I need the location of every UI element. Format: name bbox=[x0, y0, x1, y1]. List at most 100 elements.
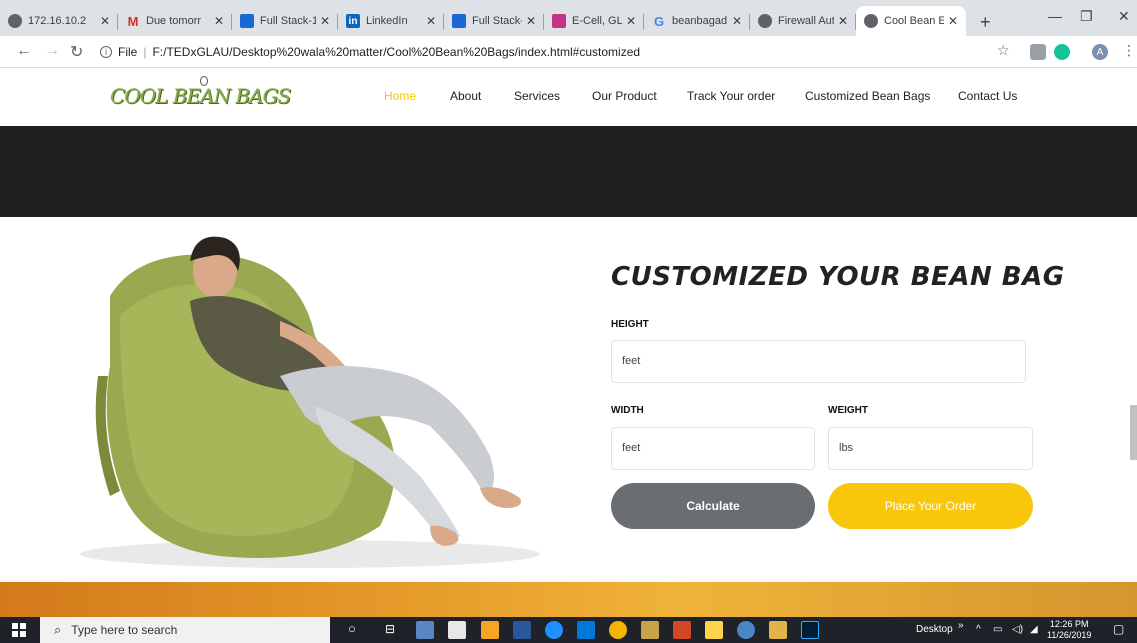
edge-icon[interactable] bbox=[545, 621, 563, 639]
page-banner bbox=[0, 126, 1137, 217]
width-label: WIDTH bbox=[611, 405, 644, 416]
profile-avatar[interactable]: A bbox=[1092, 44, 1108, 60]
network-icon[interactable]: ◢ bbox=[1030, 624, 1038, 635]
globe-icon bbox=[8, 14, 22, 28]
cortana-icon[interactable]: ○ bbox=[348, 621, 356, 636]
app-icon[interactable] bbox=[481, 621, 499, 639]
close-tab-icon[interactable]: ✕ bbox=[100, 14, 110, 28]
gmail-icon: M bbox=[127, 13, 139, 29]
logo-registered-mark bbox=[200, 76, 208, 86]
tab-label: beanbagad bbox=[672, 15, 728, 27]
folder-icon[interactable] bbox=[769, 621, 787, 639]
bookmark-star-icon[interactable]: ☆ bbox=[997, 42, 1010, 59]
forward-icon[interactable]: → bbox=[44, 42, 60, 60]
close-tab-icon[interactable]: ✕ bbox=[526, 14, 536, 28]
grammarly-icon[interactable] bbox=[1054, 44, 1070, 60]
tray-up-icon[interactable]: ^ bbox=[976, 624, 981, 635]
browser-tab[interactable]: G beanbagad ✕ bbox=[644, 6, 750, 36]
classroom-icon bbox=[240, 14, 254, 28]
photoshop-icon[interactable] bbox=[801, 621, 819, 639]
close-tab-icon[interactable]: ✕ bbox=[626, 14, 636, 28]
menu-icon[interactable]: ⋮ bbox=[1122, 42, 1136, 59]
chrome-icon[interactable] bbox=[609, 621, 627, 639]
height-input[interactable]: feet bbox=[611, 340, 1026, 383]
weight-label: WEIGHT bbox=[828, 405, 868, 416]
page-scrollbar-thumb[interactable] bbox=[1130, 405, 1137, 460]
close-window-icon[interactable]: ✕ bbox=[1118, 8, 1130, 25]
tab-label: Full Stack-1 bbox=[260, 15, 316, 27]
close-tab-icon[interactable]: ✕ bbox=[838, 14, 848, 28]
reload-icon[interactable]: ↻ bbox=[70, 42, 83, 62]
place-order-button[interactable]: Place Your Order bbox=[828, 483, 1033, 529]
nav-contact-us[interactable]: Contact Us bbox=[958, 89, 1017, 103]
notification-icon[interactable]: ▢ bbox=[1113, 622, 1124, 636]
next-section-banner bbox=[0, 582, 1137, 617]
tab-label: Due tomorr bbox=[146, 15, 202, 27]
browser-tab[interactable]: Firewall Aut ✕ bbox=[750, 6, 856, 36]
close-tab-icon[interactable]: ✕ bbox=[320, 14, 330, 28]
globe-icon bbox=[864, 14, 878, 28]
search-icon: ⌕ bbox=[54, 622, 62, 637]
volume-icon[interactable]: ◁) bbox=[1012, 624, 1023, 635]
battery-icon[interactable]: ▭ bbox=[993, 624, 1002, 635]
app-icon[interactable] bbox=[577, 621, 595, 639]
tab-label: 172.16.10.2 bbox=[28, 15, 87, 27]
nav-home[interactable]: Home bbox=[384, 89, 416, 103]
globe-icon bbox=[758, 14, 772, 28]
taskbar-clock[interactable]: 12:26 PM 11/26/2019 bbox=[1047, 619, 1091, 641]
desktop-label[interactable]: Desktop bbox=[916, 624, 953, 635]
browser-tab[interactable]: Full Stack-1 ✕ bbox=[232, 6, 338, 36]
close-tab-icon[interactable]: ✕ bbox=[214, 14, 224, 28]
taskbar-search-placeholder: Type here to search bbox=[71, 623, 178, 637]
clock-time: 12:26 PM bbox=[1049, 619, 1089, 629]
address-bar[interactable]: i File | F:/TEDxGLAU/Desktop%20wala%20ma… bbox=[100, 40, 1020, 64]
chrome-profile-icon[interactable] bbox=[737, 621, 755, 639]
word-icon[interactable] bbox=[513, 621, 531, 639]
address-url: F:/TEDxGLAU/Desktop%20wala%20matter/Cool… bbox=[152, 45, 641, 59]
task-view-icon[interactable]: ⊟ bbox=[385, 622, 395, 636]
nav-our-product[interactable]: Our Product bbox=[592, 89, 657, 103]
browser-tab[interactable]: 172.16.10.2 ✕ bbox=[0, 6, 118, 36]
app-icon[interactable] bbox=[641, 621, 659, 639]
nav-services[interactable]: Services bbox=[514, 89, 560, 103]
weight-input[interactable]: lbs bbox=[828, 427, 1033, 470]
nav-customized-bean-bags[interactable]: Customized Bean Bags bbox=[805, 89, 930, 103]
back-icon[interactable]: ← bbox=[16, 42, 32, 60]
tab-label: LinkedIn bbox=[366, 15, 408, 27]
browser-tab-active[interactable]: Cool Bean E ✕ bbox=[856, 6, 966, 36]
linkedin-icon: in bbox=[346, 14, 360, 28]
browser-tab-strip: 172.16.10.2 ✕ M Due tomorr ✕ Full Stack-… bbox=[0, 0, 1137, 36]
browser-tab[interactable]: in LinkedIn ✕ bbox=[338, 6, 444, 36]
nav-track-order[interactable]: Track Your order bbox=[687, 89, 775, 103]
tab-label: Full Stack-1 bbox=[472, 15, 522, 27]
browser-toolbar: ← → ↻ i File | F:/TEDxGLAU/Desktop%20wal… bbox=[0, 36, 1137, 68]
minimize-icon[interactable]: — bbox=[1048, 8, 1062, 24]
site-header: COOL BEAN BAGS Home About Services Our P… bbox=[0, 68, 1137, 126]
mail-icon[interactable] bbox=[448, 621, 466, 639]
powerpoint-icon[interactable] bbox=[673, 621, 691, 639]
close-tab-icon[interactable]: ✕ bbox=[732, 14, 742, 28]
calculate-button[interactable]: Calculate bbox=[611, 483, 815, 529]
browser-tab[interactable]: Full Stack-1 ✕ bbox=[444, 6, 544, 36]
main-nav: Home About Services Our Product Track Yo… bbox=[0, 89, 1137, 109]
info-icon[interactable]: i bbox=[100, 46, 112, 58]
windows-start-icon[interactable] bbox=[12, 623, 26, 637]
browser-tab[interactable]: M Due tomorr ✕ bbox=[118, 6, 232, 36]
store-icon[interactable] bbox=[705, 621, 723, 639]
classroom-icon bbox=[452, 14, 466, 28]
tab-label: Cool Bean E bbox=[884, 15, 944, 27]
address-scheme-label: File bbox=[118, 45, 138, 59]
height-label: HEIGHT bbox=[611, 319, 649, 330]
nav-about[interactable]: About bbox=[450, 89, 481, 103]
extension-icon[interactable] bbox=[1030, 44, 1046, 60]
close-tab-icon[interactable]: ✕ bbox=[948, 14, 958, 28]
close-tab-icon[interactable]: ✕ bbox=[426, 14, 436, 28]
file-explorer-icon[interactable] bbox=[416, 621, 434, 639]
width-input[interactable]: feet bbox=[611, 427, 815, 470]
new-tab-icon[interactable]: + bbox=[980, 12, 991, 33]
taskbar-search[interactable]: ⌕ Type here to search bbox=[40, 617, 330, 643]
chevron-icon[interactable]: » bbox=[958, 620, 964, 631]
restore-icon[interactable]: ❐ bbox=[1080, 8, 1093, 25]
tab-label: E-Cell, GLA bbox=[572, 15, 622, 27]
browser-tab[interactable]: E-Cell, GLA ✕ bbox=[544, 6, 644, 36]
